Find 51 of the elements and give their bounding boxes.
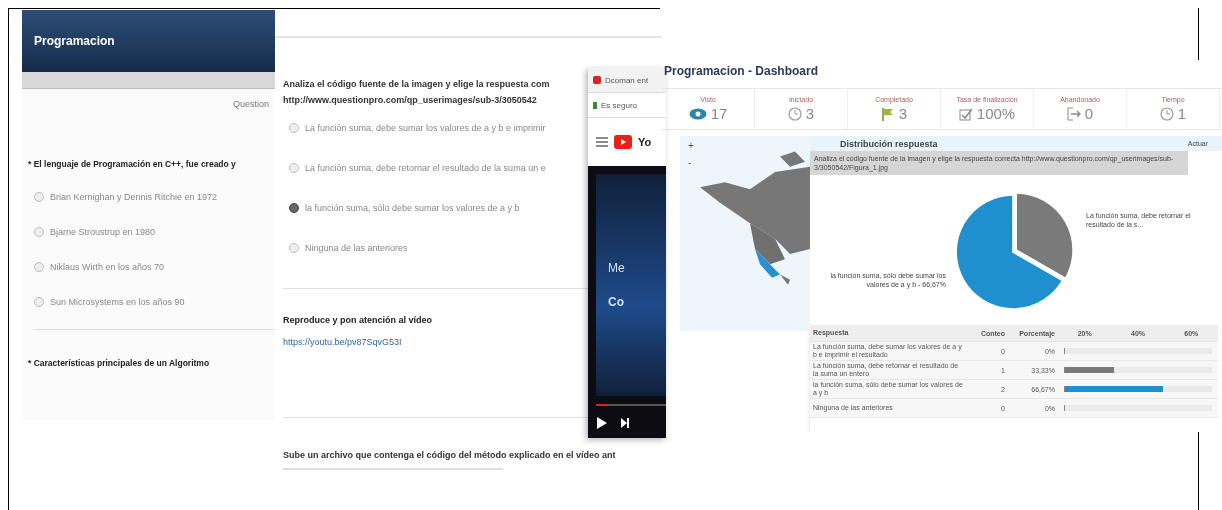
option-label: La función suma, debe retornar el resultado de la suma un e (305, 163, 546, 173)
radio-button[interactable] (34, 226, 44, 237)
stat-value: 3 (805, 105, 815, 122)
video-title: Me (608, 261, 626, 275)
radio-button[interactable] (289, 203, 299, 213)
question-url: http://www.questionpro.com/qp_userimages/sub-3/3050542 (283, 94, 537, 107)
zoom-button[interactable]: - (688, 157, 694, 168)
option-label: Sun Microsystems en los años 90 (50, 296, 185, 307)
panel-title: Distribución respuesta (840, 138, 938, 149)
option-label: Ninguna de las anteriores (305, 243, 408, 253)
play-icon[interactable] (596, 416, 608, 430)
tab-icon (593, 76, 601, 84)
stat-value: 1 (1177, 105, 1187, 122)
video-subtitle: Co (608, 295, 625, 309)
menu-icon[interactable] (596, 137, 608, 147)
question-text: * Características principales de un Algoritmo (28, 358, 211, 368)
clock-icon (787, 106, 802, 121)
option-label: La función suma, debe sumar los valores de a y b e imprimir (305, 123, 546, 133)
stat-value: 100% (976, 105, 1016, 122)
radio-button[interactable] (34, 191, 44, 202)
stat-value: 17 (710, 105, 728, 122)
play-logo-icon (614, 135, 632, 149)
option-label: la función suma, sólo debe sumar los valores de a y b (305, 203, 520, 213)
logo-text: Yo (638, 136, 652, 148)
dashboard-title: Programacion - Dashboard (664, 64, 820, 78)
option-label: Bjarne Stroustrup en 1980 (50, 226, 156, 237)
skip-icon[interactable] (620, 417, 630, 429)
question-text: Reproduce y pon atención al vídeo (283, 315, 434, 325)
lock-icon (593, 101, 597, 109)
option-label: Brian Kernighan y Dennis Ritchie en 1972 (50, 191, 218, 202)
question-text: * El lenguaje de Programación en C++, fue creado y (28, 159, 237, 169)
flag-icon (880, 106, 895, 121)
survey-title: Programacion (34, 34, 115, 48)
radio-button[interactable] (34, 296, 44, 307)
address-text[interactable]: Es seguro (601, 100, 638, 110)
radio-button[interactable] (34, 261, 44, 272)
stat-value: 3 (898, 105, 908, 122)
checkbox-icon (958, 106, 973, 121)
zoom-button[interactable]: + (688, 140, 694, 151)
eye-icon (688, 107, 707, 120)
question-text: Analiza el código fuente de la imagen y elige la respuesta com (283, 78, 550, 91)
radio-button[interactable] (289, 123, 299, 133)
question-label: Question (232, 99, 269, 109)
question-text: Sube un archivo que contenga el código del método explicado en el vídeo ant (283, 450, 616, 460)
clock-icon (1159, 106, 1174, 121)
radio-button[interactable] (289, 163, 299, 173)
video-link[interactable]: https://youtu.be/pv87SqvG53I (283, 337, 402, 347)
stat-value: 0 (1084, 105, 1094, 122)
radio-button[interactable] (289, 243, 299, 253)
exit-icon (1066, 106, 1081, 121)
option-label: Niklaus Wirth en los años 70 (50, 261, 165, 272)
